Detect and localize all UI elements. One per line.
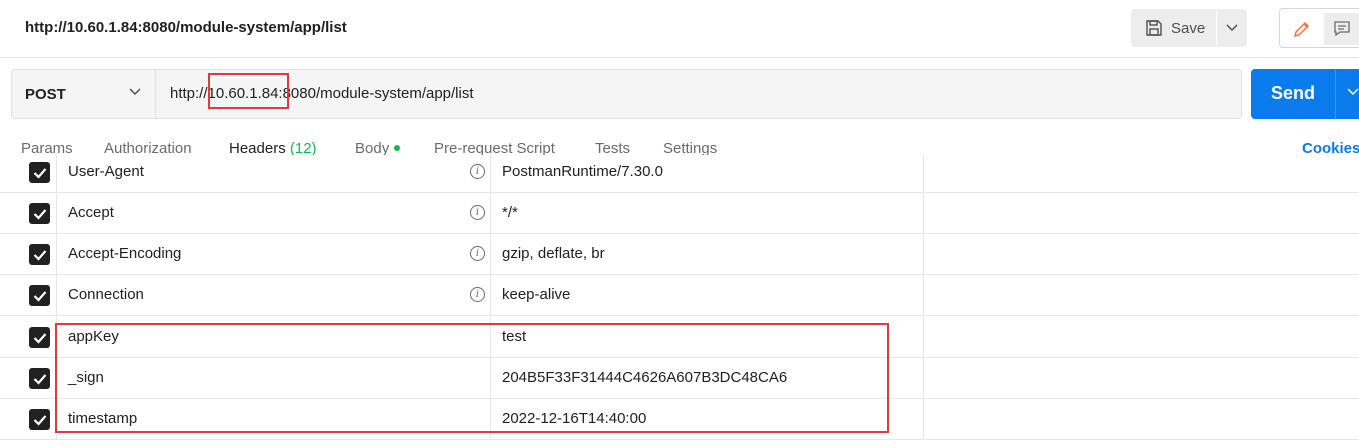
header-value-cell[interactable]: keep-alive	[491, 275, 924, 315]
header-value: */*	[502, 204, 518, 221]
header-value: keep-alive	[502, 286, 571, 303]
comment-icon	[1334, 21, 1350, 37]
header-value: PostmanRuntime/7.30.0	[502, 163, 663, 180]
save-options-button[interactable]	[1217, 9, 1247, 47]
header-enable-cell	[0, 317, 57, 357]
check-icon	[33, 414, 46, 426]
send-label: Send	[1271, 83, 1316, 103]
info-icon[interactable]: i	[470, 246, 485, 261]
pencil-icon	[1293, 21, 1310, 38]
chevron-down-icon[interactable]	[1347, 88, 1359, 96]
request-url-bar: POST http://10.60.1.84:8080/module-syste…	[11, 69, 1242, 119]
comments-button[interactable]	[1324, 13, 1359, 45]
header-value: gzip, deflate, br	[502, 245, 605, 262]
header-enable-cell	[0, 193, 57, 233]
header-enable-cell	[0, 275, 57, 315]
check-icon	[33, 373, 46, 385]
table-row: Accept-Encoding i gzip, deflate, br	[0, 234, 1359, 275]
header-key: Connection	[68, 286, 144, 303]
header-key-cell[interactable]: User-Agent i	[57, 155, 491, 192]
header-key-cell[interactable]: Connection i	[57, 275, 491, 315]
header-key: User-Agent	[68, 163, 144, 180]
table-row: Connection i keep-alive	[0, 275, 1359, 316]
header-value-cell[interactable]: PostmanRuntime/7.30.0	[491, 155, 924, 192]
table-row: Accept i */*	[0, 193, 1359, 234]
send-button[interactable]: Send	[1251, 69, 1359, 119]
header-enable-checkbox[interactable]	[29, 368, 50, 389]
chevron-down-icon	[129, 88, 141, 96]
table-row: User-Agent i PostmanRuntime/7.30.0	[0, 155, 1359, 193]
save-label: Save	[1171, 19, 1206, 37]
chevron-down-icon	[1226, 24, 1238, 32]
header-key-cell[interactable]: Accept-Encoding i	[57, 234, 491, 274]
save-icon	[1146, 20, 1162, 36]
save-button[interactable]: Save	[1131, 9, 1216, 47]
header-key-cell[interactable]: Accept i	[57, 193, 491, 233]
request-title[interactable]: http://10.60.1.84:8080/module-system/app…	[25, 19, 347, 36]
header-enable-checkbox[interactable]	[29, 285, 50, 306]
header-key: Accept-Encoding	[68, 245, 182, 262]
header-enable-cell	[0, 399, 57, 439]
header-key: Accept	[68, 204, 114, 221]
method-label: POST	[25, 85, 66, 103]
header-enable-checkbox[interactable]	[29, 244, 50, 265]
method-select[interactable]: POST	[12, 70, 156, 118]
info-icon[interactable]: i	[470, 205, 485, 220]
header-value-cell[interactable]: */*	[491, 193, 924, 233]
view-mode-toggle	[1279, 8, 1359, 48]
info-icon[interactable]: i	[470, 287, 485, 302]
header-enable-checkbox[interactable]	[29, 203, 50, 224]
check-icon	[33, 332, 46, 344]
custom-headers-highlight-box	[55, 323, 889, 433]
send-divider	[1335, 69, 1336, 119]
header-enable-cell	[0, 155, 57, 192]
check-icon	[33, 167, 46, 179]
body-indicator-dot	[394, 145, 401, 152]
check-icon	[33, 249, 46, 261]
request-tab-header: http://10.60.1.84:8080/module-system/app…	[0, 0, 1359, 58]
check-icon	[33, 290, 46, 302]
header-enable-cell	[0, 358, 57, 398]
check-icon	[33, 208, 46, 220]
header-value-cell[interactable]: gzip, deflate, br	[491, 234, 924, 274]
info-icon[interactable]: i	[470, 164, 485, 179]
ip-highlight-box	[208, 73, 289, 109]
header-enable-checkbox[interactable]	[29, 327, 50, 348]
edit-button[interactable]	[1286, 13, 1318, 45]
header-enable-checkbox[interactable]	[29, 409, 50, 430]
header-enable-checkbox[interactable]	[29, 162, 50, 183]
header-enable-cell	[0, 234, 57, 274]
